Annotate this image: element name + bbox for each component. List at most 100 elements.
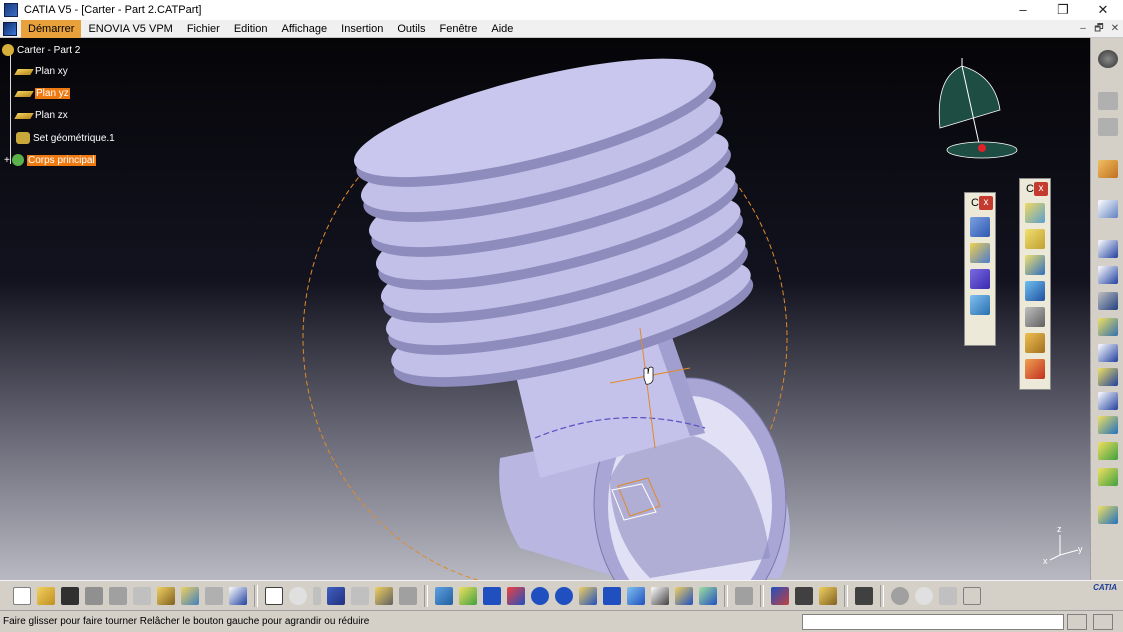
snap-icon[interactable] (970, 295, 990, 315)
menu-insertion[interactable]: Insertion (334, 20, 390, 38)
menu-fichier[interactable]: Fichier (180, 20, 227, 38)
chamfer-tool-icon[interactable] (1098, 318, 1118, 336)
thickness-tool-icon[interactable] (1098, 392, 1118, 410)
redo-icon[interactable] (205, 586, 223, 605)
catia-logo: CATIA (1093, 583, 1117, 592)
swap-space-icon[interactable] (699, 586, 717, 605)
pad-icon[interactable] (1025, 203, 1045, 223)
tree-structure-icon[interactable] (351, 586, 369, 605)
pan-icon[interactable] (483, 586, 501, 605)
rotate-view-icon[interactable] (891, 586, 909, 605)
boolean-tool-icon[interactable] (1098, 506, 1118, 524)
floating-toolbar-header[interactable]: C x (965, 193, 995, 213)
paste-icon[interactable] (157, 586, 175, 605)
tree-item-corps-principal[interactable]: + Corps principal (4, 154, 96, 166)
zoom-out-icon[interactable] (555, 586, 573, 605)
document-icon[interactable] (3, 21, 17, 36)
menu-enovia[interactable]: ENOVIA V5 VPM (81, 20, 179, 38)
macro-icon[interactable] (399, 586, 417, 605)
tree-item-plan-yz[interactable]: Plan yz (14, 88, 70, 99)
draft-tool-icon[interactable] (1098, 368, 1118, 386)
maximize-button[interactable]: ❐ (1043, 0, 1083, 20)
menu-aide[interactable]: Aide (484, 20, 520, 38)
zoom-in-icon[interactable] (531, 586, 549, 605)
command-input[interactable] (802, 614, 1064, 630)
tree-item-set-geometrique[interactable]: Set géométrique.1 (16, 132, 115, 144)
formula-icon[interactable] (265, 586, 283, 605)
groove-icon[interactable] (1025, 281, 1045, 301)
doc-close-button[interactable]: ✕ (1107, 20, 1123, 38)
tree-item-plan-zx[interactable]: Plan zx (14, 110, 68, 121)
pocket-icon[interactable] (1025, 229, 1045, 249)
status-button-1[interactable] (1067, 614, 1087, 630)
measure-item-icon[interactable] (795, 586, 813, 605)
measure-inertia-icon[interactable] (819, 586, 837, 605)
menu-edition[interactable]: Edition (227, 20, 275, 38)
whats-this-icon[interactable] (229, 586, 247, 605)
axis-system-icon[interactable] (939, 586, 957, 605)
multi-view-icon[interactable] (603, 586, 621, 605)
floating-toolbar-close-button[interactable]: x (979, 196, 993, 210)
comment-icon[interactable] (289, 586, 307, 605)
shading-icon[interactable] (651, 586, 669, 605)
open-icon[interactable] (37, 586, 55, 605)
close-button[interactable]: ✕ (1083, 0, 1123, 20)
sketcher-icon[interactable] (1098, 200, 1118, 218)
pattern-tool-icon[interactable] (1098, 468, 1118, 486)
new-icon[interactable] (13, 586, 31, 605)
workbench-gear-icon[interactable] (1098, 50, 1118, 68)
hole-icon[interactable] (1025, 307, 1045, 327)
table-icon[interactable] (327, 586, 345, 605)
print-icon[interactable] (85, 586, 103, 605)
pattern-icon[interactable] (970, 243, 990, 263)
fillet-tool-icon[interactable] (1098, 292, 1118, 310)
menu-demarrer[interactable]: Démarrer (21, 19, 82, 38)
catalog-icon[interactable] (375, 586, 393, 605)
3d-viewport[interactable]: z y x Carter - Part 2 Plan xy Plan yz Pl… (0, 38, 1090, 580)
hide-show-icon[interactable] (675, 586, 693, 605)
units-icon[interactable] (963, 586, 981, 605)
select-arrow-icon[interactable] (1098, 160, 1118, 178)
tree-root[interactable]: Carter - Part 2 (2, 44, 80, 56)
rib-icon[interactable] (1025, 359, 1045, 379)
rotate-icon[interactable] (507, 586, 525, 605)
minimize-button[interactable]: – (1003, 0, 1043, 20)
tree-item-plan-xy[interactable]: Plan xy (14, 66, 68, 77)
normal-view-icon[interactable] (579, 586, 597, 605)
iso-view-icon[interactable] (627, 586, 645, 605)
cut-icon[interactable] (109, 586, 127, 605)
measure-between-icon[interactable] (771, 586, 789, 605)
hand-pan-icon[interactable] (915, 586, 933, 605)
measure-icon[interactable] (970, 217, 990, 237)
menu-outils[interactable]: Outils (390, 20, 432, 38)
knowledge-icon[interactable] (313, 586, 321, 605)
toolbar-separator (880, 584, 884, 607)
sketch-tools-icon[interactable] (1098, 92, 1118, 110)
fly-mode-icon[interactable] (435, 586, 453, 605)
status-button-2[interactable] (1093, 614, 1113, 630)
undo-icon[interactable] (181, 586, 199, 605)
update-icon[interactable] (735, 586, 753, 605)
shell-tool-icon[interactable] (1098, 344, 1118, 362)
floating-toolbar-close-button[interactable]: x (1034, 182, 1048, 196)
menu-fenetre[interactable]: Fenêtre (432, 20, 484, 38)
part-scene[interactable]: z y x (0, 38, 1090, 580)
menu-affichage[interactable]: Affichage (274, 20, 334, 38)
compass-widget[interactable] (938, 58, 1018, 159)
floating-toolbar-header[interactable]: C x (1020, 179, 1050, 199)
fit-all-icon[interactable] (459, 586, 477, 605)
doc-restore-button[interactable]: 🗗 (1091, 20, 1107, 38)
expand-icon[interactable]: + (4, 155, 12, 166)
pad-tool-icon[interactable] (1098, 240, 1118, 258)
shaft-icon[interactable] (1025, 255, 1045, 275)
doc-minimize-button[interactable]: – (1075, 20, 1091, 38)
view-tools-icon[interactable] (1098, 118, 1118, 136)
save-icon[interactable] (61, 586, 79, 605)
copy-icon[interactable] (133, 586, 151, 605)
pocket-tool-icon[interactable] (1098, 266, 1118, 284)
mirror-tool-icon[interactable] (1098, 442, 1118, 460)
grid-icon[interactable] (970, 269, 990, 289)
capture-icon[interactable] (855, 586, 873, 605)
translate-tool-icon[interactable] (1098, 416, 1118, 434)
target-icon[interactable] (1025, 333, 1045, 353)
